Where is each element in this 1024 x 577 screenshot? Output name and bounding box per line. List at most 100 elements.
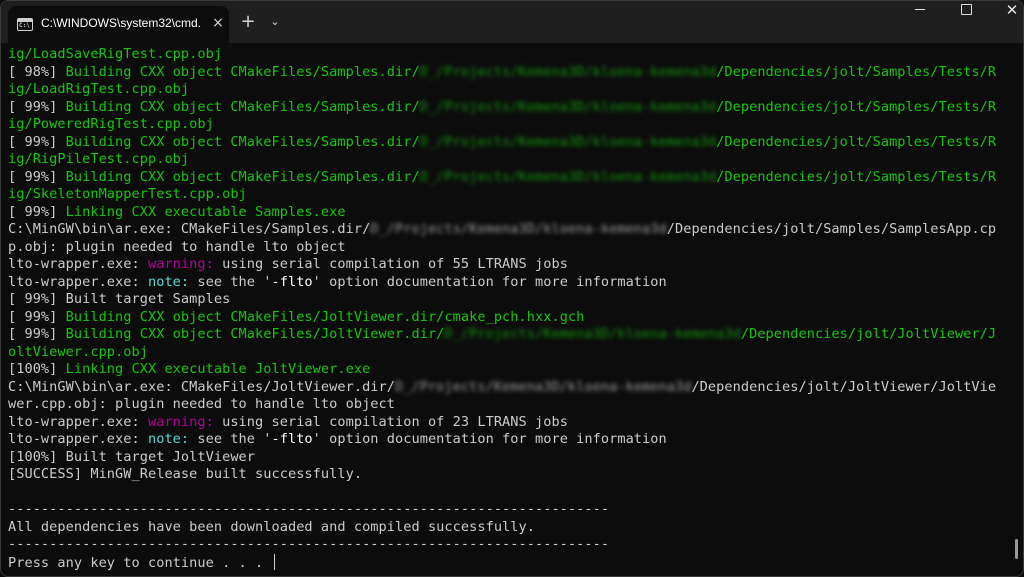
console-line: lto-wrapper.exe: note: see the '-flto' o… <box>8 431 1008 449</box>
console-line: ig/PoweredRigTest.cpp.obj <box>8 116 1008 134</box>
console-line: ----------------------------------------… <box>8 536 1008 554</box>
console-text: Linking CXX executable JoltViewer.exe <box>65 361 371 377</box>
console-text: All dependencies have been downloaded an… <box>8 518 535 535</box>
console-line: wer.cpp.obj: plugin needed to handle lto… <box>8 396 1008 414</box>
console-line: ig/SkeletonMapperTest.cpp.obj <box>8 186 1008 204</box>
console-text: [ 99%] <box>8 203 66 220</box>
console-text: Building CXX object CMakeFiles/JoltViewe… <box>65 308 585 325</box>
console-text: D_/Projects/Kemena3D/kloena-kemena3d <box>419 133 717 150</box>
console-text: lto-wrapper.exe: <box>8 273 148 290</box>
console-text: D_/Projects/Kemena3D/kloena-kemena3d <box>419 63 717 80</box>
console-line: lto-wrapper.exe: note: see the '-flto' o… <box>8 274 1008 292</box>
minimize-icon <box>915 8 925 10</box>
console-line: [100%] Linking CXX executable JoltViewer… <box>8 361 1008 379</box>
console-line: [ 99%] Building CXX object CMakeFiles/Sa… <box>8 169 1008 187</box>
console-text: [ 99%] <box>8 133 66 150</box>
console-line: [ 99%] Built target Samples <box>8 291 1008 309</box>
console-text: /Dependencies/jolt/Samples/Tests/R <box>716 98 997 115</box>
chevron-down-icon[interactable]: ⌄ <box>265 9 285 35</box>
console-text: Press any key to continue . . . <box>8 554 272 571</box>
console-output[interactable]: ig/LoadSaveRigTest.cpp.obj[ 98%] Buildin… <box>8 46 1008 576</box>
console-text: [ 98%] <box>8 63 66 80</box>
console-text: ig/RigPileTest.cpp.obj <box>8 151 190 167</box>
console-text: [ 99%] Built target Samples <box>8 291 231 307</box>
terminal-icon <box>17 18 33 31</box>
console-text: -flto <box>271 273 313 290</box>
maximize-icon <box>960 3 972 15</box>
console-text: [SUCCESS] MinGW_Release built successful… <box>8 466 363 482</box>
console-line: [ 99%] Building CXX object CMakeFiles/Jo… <box>8 309 1008 327</box>
console-text: lto-wrapper.exe: <box>8 256 148 272</box>
maximize-button[interactable] <box>943 1 989 39</box>
console-text: [100%] <box>8 361 66 377</box>
console-text: lto-wrapper.exe: <box>8 413 148 430</box>
console-line: [ 99%] Building CXX object CMakeFiles/Sa… <box>8 99 1008 117</box>
console-text: [ 99%] <box>8 98 66 115</box>
console-line: C:\MinGW\bin\ar.exe: CMakeFiles/Samples.… <box>8 221 1008 239</box>
console-text: [100%] Built target JoltViewer <box>8 448 256 465</box>
console-text: C:\MinGW\bin\ar.exe: CMakeFiles/Samples.… <box>8 221 371 237</box>
console-text: D_/Projects/Kemena3D/kloena-kemena3d <box>444 326 741 342</box>
tab-title: C:\WINDOWS\system32\cmd. <box>41 16 201 30</box>
console-text: Building CXX object CMakeFiles/Samples.d… <box>65 98 420 115</box>
console-line: lto-wrapper.exe: warning: using serial c… <box>8 256 1008 274</box>
console-text: using serial compilation of 23 LTRANS jo… <box>213 413 568 430</box>
console-text: warning: <box>147 413 214 430</box>
console-line: [ 98%] Building CXX object CMakeFiles/Sa… <box>8 64 1008 82</box>
console-text: /Dependencies/jolt/Samples/SamplesApp.cp <box>666 221 997 237</box>
console-line: lto-wrapper.exe: warning: using serial c… <box>8 414 1008 432</box>
console-text: ig/LoadSaveRigTest.cpp.obj <box>8 46 223 62</box>
console-text: /Dependencies/jolt/Samples/Tests/R <box>716 63 997 80</box>
console-text: ig/LoadRigTest.cpp.obj <box>8 81 190 97</box>
console-text: ----------------------------------------… <box>8 536 610 552</box>
console-line: [ 99%] Building CXX object CMakeFiles/Sa… <box>8 134 1008 152</box>
console-line: [SUCCESS] MinGW_Release built successful… <box>8 466 1008 484</box>
console-text: -flto <box>271 431 313 447</box>
console-text: Building CXX object CMakeFiles/JoltViewe… <box>65 326 445 342</box>
console-text: D_/Projects/Kemena3D/kloena-kemena3d <box>419 98 717 115</box>
console-line: ig/RigPileTest.cpp.obj <box>8 151 1008 169</box>
console-line: p.obj: plugin needed to handle lto objec… <box>8 239 1008 257</box>
close-window-button[interactable]: ✕ <box>989 1 1023 39</box>
console-text: wer.cpp.obj: plugin needed to handle lto… <box>8 396 396 412</box>
console-text: /Dependencies/jolt/JoltViewer/J <box>740 326 997 342</box>
console-text: D_/Projects/Kemena3D/kloena-kemena3d <box>370 221 667 237</box>
console-text: [ 99%] <box>8 326 66 342</box>
console-text: warning: <box>147 256 214 272</box>
console-text: ' option documentation for more informat… <box>312 273 667 290</box>
console-text: using serial compilation of 55 LTRANS jo… <box>213 256 568 272</box>
console-text: note: <box>147 273 190 290</box>
text-cursor <box>273 553 275 570</box>
minimize-button[interactable] <box>897 1 943 39</box>
console-text: oltViewer.cpp.obj <box>8 343 148 360</box>
console-text: /Dependencies/jolt/Samples/Tests/R <box>716 133 997 150</box>
console-text: Building CXX object CMakeFiles/Samples.d… <box>65 168 420 185</box>
console-text: ----------------------------------------… <box>8 501 610 517</box>
console-line: [ 99%] Building CXX object CMakeFiles/Jo… <box>8 326 1008 344</box>
close-tab-icon[interactable]: × <box>207 12 229 34</box>
console-text: lto-wrapper.exe: <box>8 431 148 447</box>
console-text: D_/Projects/Kemena3D/kloena-kemena3d <box>419 168 717 185</box>
title-bar[interactable]: C:\WINDOWS\system32\cmd. × + ⌄ ✕ <box>1 1 1023 43</box>
console-text: [ 99%] <box>8 168 66 185</box>
console-text: p.obj: plugin needed to handle lto objec… <box>8 238 346 255</box>
console-line: Press any key to continue . . . <box>8 553 1008 572</box>
new-tab-button[interactable]: + <box>237 9 259 35</box>
console-line: oltViewer.cpp.obj <box>8 344 1008 362</box>
console-line: ----------------------------------------… <box>8 501 1008 519</box>
console-line: C:\MinGW\bin\ar.exe: CMakeFiles/JoltView… <box>8 379 1008 397</box>
scrollbar[interactable] <box>1015 539 1018 559</box>
console-text: see the ' <box>189 273 272 290</box>
console-text: ' option documentation for more informat… <box>312 431 667 447</box>
console-text: Building CXX object CMakeFiles/Samples.d… <box>65 63 420 80</box>
console-text: D_/Projects/Kemena3D/kloena-kemena3d <box>395 378 692 395</box>
console-text: see the ' <box>189 431 272 447</box>
console-line: ig/LoadRigTest.cpp.obj <box>8 81 1008 99</box>
console-text: ig/SkeletonMapperTest.cpp.obj <box>8 186 247 202</box>
terminal-window: C:\WINDOWS\system32\cmd. × + ⌄ ✕ ig/Load… <box>0 0 1024 577</box>
console-line: [100%] Built target JoltViewer <box>8 449 1008 467</box>
console-text: Building CXX object CMakeFiles/Samples.d… <box>65 133 420 150</box>
tab-cmd[interactable]: C:\WINDOWS\system32\cmd. × <box>8 6 229 43</box>
console-text: C:\MinGW\bin\ar.exe: CMakeFiles/JoltView… <box>8 378 396 395</box>
